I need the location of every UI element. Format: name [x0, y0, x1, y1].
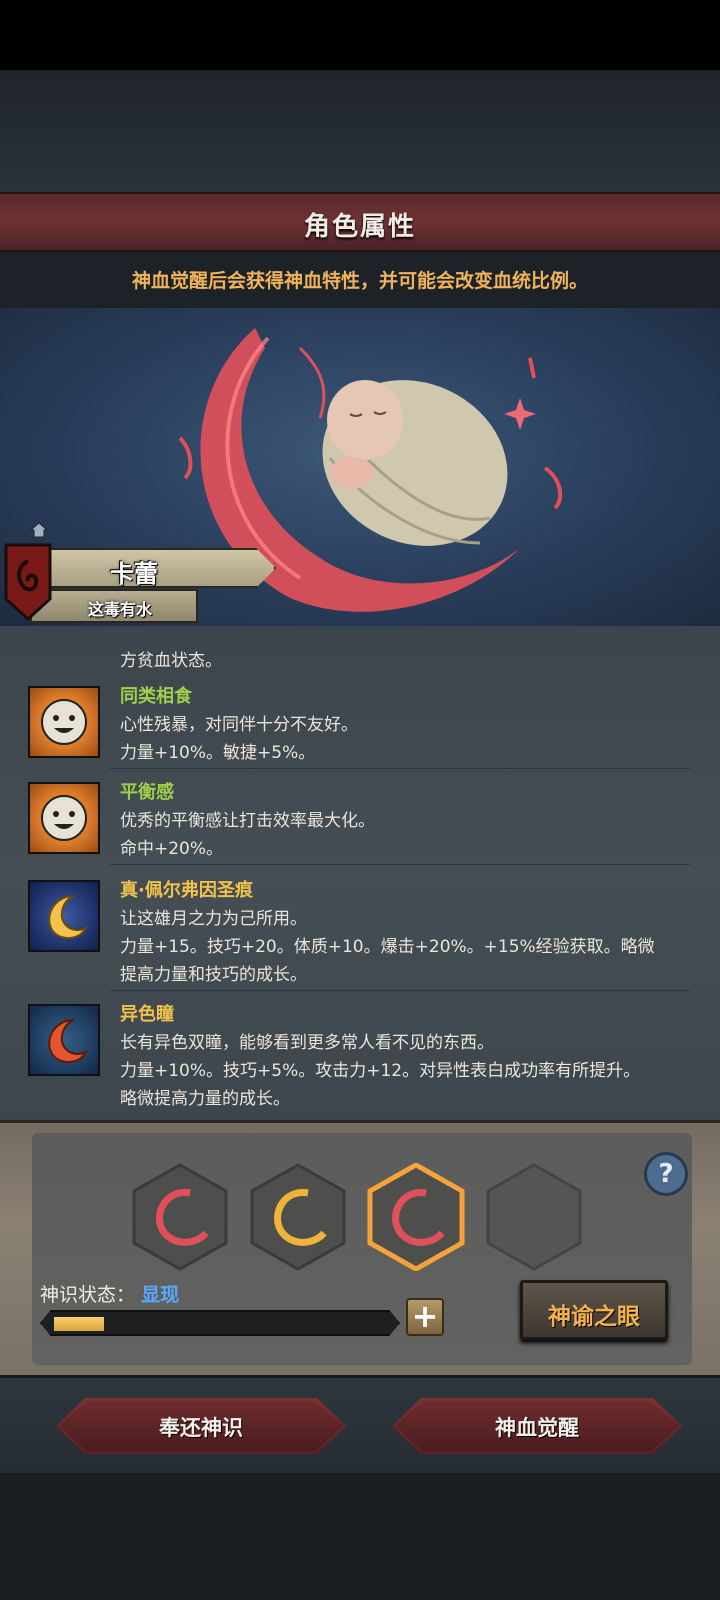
home-icon: [30, 522, 48, 538]
red-moon-icon: [28, 1004, 100, 1076]
trait-line: 优秀的平衡感让打击效率最大化。: [120, 811, 375, 831]
awaken-label: 神血觉醒: [495, 1416, 579, 1440]
divider: [110, 768, 690, 769]
help-button[interactable]: ?: [644, 1152, 688, 1196]
status-bar: [0, 0, 720, 70]
hint-band: 神血觉醒后会获得神血特性，并可能会改变血统比例。: [0, 252, 720, 308]
trait-line: 长有异色双瞳，能够看到更多常人看不见的东西。: [120, 1033, 494, 1053]
trait-name: 异色瞳: [120, 1004, 174, 1025]
trait-name: 真·佩尔弗因圣痕: [120, 880, 253, 901]
status-value: 显现: [141, 1284, 180, 1306]
trait-line: 力量+10%。技巧+5%。攻击力+12。对异性表白成功率有所提升。: [120, 1061, 641, 1081]
hint-text: 神血觉醒后会获得神血特性，并可能会改变血统比例。: [131, 270, 588, 292]
smiley-sun-icon: [28, 686, 100, 758]
trait-line: 提高力量和技巧的成长。: [120, 965, 307, 985]
empty-slot[interactable]: [484, 1163, 584, 1271]
god-sense-progress-bar: [40, 1310, 400, 1336]
trait-line: 方贫血状态。: [120, 651, 222, 671]
add-button[interactable]: +: [406, 1298, 444, 1336]
blood-awaken-button[interactable]: 神血觉醒: [392, 1398, 682, 1454]
oracle-eye-button[interactable]: 神谕之眼: [520, 1280, 668, 1340]
status-label: 神识状态：: [40, 1284, 136, 1306]
return-label: 奉还神识: [159, 1416, 243, 1440]
trait-list[interactable]: 方贫血状态。 同类相食 心性残暴，对同伴十分不友好。 力量+10%。敏捷+5%。…: [0, 626, 720, 1120]
trait-line: 力量+10%。敏捷+5%。: [120, 743, 316, 763]
golden-moon-icon: [28, 880, 100, 952]
character-subtitle: 这毒有水: [88, 600, 153, 619]
gold-sigil-icon[interactable]: [248, 1163, 348, 1271]
trait-line: 力量+15。技巧+20。体质+10。爆击+20%。+15%经验获取。略微: [120, 937, 655, 957]
title-band: 角色属性: [0, 192, 720, 252]
oracle-eye-label: 神谕之眼: [548, 1304, 640, 1330]
trait-line: 命中+20%。: [120, 839, 224, 859]
return-god-sense-button[interactable]: 奉还神识: [56, 1398, 346, 1454]
red-sigil-icon[interactable]: [130, 1163, 230, 1271]
character-subtitle-plate: 这毒有水: [30, 589, 198, 623]
divider: [110, 990, 690, 991]
smiley-sun-icon: [28, 782, 100, 854]
backdrop: [0, 70, 720, 195]
trait-line: 心性残暴，对同伴十分不友好。: [120, 715, 358, 735]
trait-name: 同类相食: [120, 686, 192, 707]
faction-shield-icon: [4, 543, 52, 621]
divider: [110, 864, 690, 865]
trait-line: 略微提高力量的成长。: [120, 1089, 290, 1109]
trait-name: 平衡感: [120, 782, 174, 803]
progress-fill: [54, 1317, 104, 1331]
trait-line: 让这雄月之力为己所用。: [120, 909, 307, 929]
character-name: 卡蕾: [110, 560, 158, 588]
god-sense-status: 神识状态： 显现: [40, 1280, 179, 1307]
red-sigil-selected-icon[interactable]: [366, 1163, 466, 1271]
page-title: 角色属性: [303, 212, 416, 242]
